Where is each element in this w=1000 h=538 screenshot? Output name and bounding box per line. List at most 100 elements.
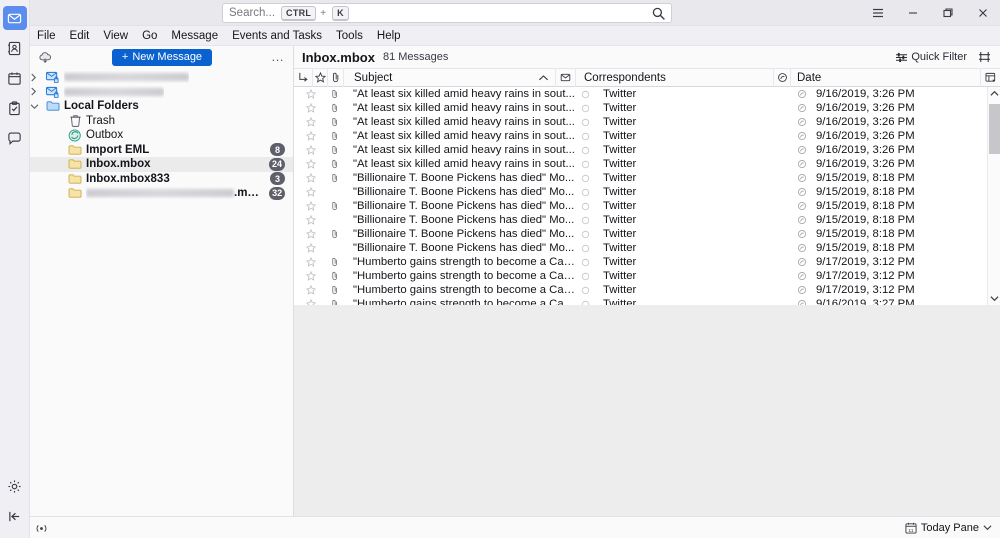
message-row[interactable]: "Humberto gains strength to become a Cat… (294, 269, 1000, 283)
spam-icon[interactable] (793, 157, 810, 171)
spam-icon[interactable] (793, 115, 810, 129)
star-icon[interactable] (294, 227, 327, 241)
star-icon[interactable] (294, 269, 327, 283)
menu-item-message[interactable]: Message (164, 26, 225, 46)
star-icon[interactable] (294, 87, 327, 101)
spam-icon[interactable] (793, 101, 810, 115)
menu-item-tools[interactable]: Tools (329, 26, 370, 46)
star-icon[interactable] (294, 213, 327, 227)
message-row[interactable]: "At least six killed amid heavy rains in… (294, 87, 1000, 101)
menu-item-help[interactable]: Help (370, 26, 408, 46)
column-spam[interactable] (773, 68, 790, 87)
unread-icon[interactable] (575, 185, 595, 199)
message-row[interactable]: "At least six killed amid heavy rains in… (294, 101, 1000, 115)
menu-item-events-and-tasks[interactable]: Events and Tasks (225, 26, 329, 46)
message-row[interactable]: "At least six killed amid heavy rains in… (294, 129, 1000, 143)
message-list[interactable]: "At least six killed amid heavy rains in… (294, 87, 1000, 305)
folder-row[interactable]: .mbox 32 (30, 186, 293, 201)
message-row[interactable]: "At least six killed amid heavy rains in… (294, 115, 1000, 129)
column-attachment[interactable] (327, 68, 343, 87)
spam-icon[interactable] (793, 143, 810, 157)
menu-item-file[interactable]: File (30, 26, 63, 46)
spam-icon[interactable] (793, 255, 810, 269)
spam-icon[interactable] (793, 129, 810, 143)
get-messages-icon[interactable] (38, 51, 53, 64)
scrollbar-thumb[interactable] (988, 104, 1000, 154)
spam-icon[interactable] (793, 227, 810, 241)
star-icon[interactable] (294, 171, 327, 185)
column-correspondents[interactable]: Correspondents (575, 68, 773, 87)
star-icon[interactable] (294, 101, 327, 115)
chevron-down-icon[interactable] (30, 103, 42, 110)
message-row[interactable]: "At least six killed amid heavy rains in… (294, 157, 1000, 171)
folder-row[interactable]: Import EML 8 (30, 143, 293, 158)
quick-filter-button[interactable]: Quick Filter (892, 50, 970, 64)
unread-icon[interactable] (575, 143, 595, 157)
column-star[interactable] (312, 68, 327, 87)
folder-row[interactable] (30, 85, 293, 100)
scroll-up-button[interactable] (989, 87, 999, 100)
message-row[interactable]: "Billionaire T. Boone Pickens has died" … (294, 199, 1000, 213)
folder-row[interactable]: Inbox.mbox 24 (30, 157, 293, 172)
collapse-icon[interactable] (3, 504, 27, 528)
minimize-button[interactable] (895, 0, 930, 26)
message-row[interactable]: "At least six killed amid heavy rains in… (294, 143, 1000, 157)
restore-button[interactable] (930, 0, 965, 26)
star-icon[interactable] (294, 283, 327, 297)
display-options-icon[interactable] (975, 50, 994, 64)
rail-address-book-icon[interactable] (3, 36, 27, 60)
unread-icon[interactable] (575, 269, 595, 283)
folder-row[interactable]: Inbox.mbox833 3 (30, 172, 293, 187)
spam-icon[interactable] (793, 185, 810, 199)
message-row[interactable]: "Humberto gains strength to become a Cat… (294, 255, 1000, 269)
rail-tasks-icon[interactable] (3, 96, 27, 120)
today-pane-button[interactable]: 11 Today Pane (905, 522, 992, 534)
unread-icon[interactable] (575, 213, 595, 227)
unread-icon[interactable] (575, 87, 595, 101)
star-icon[interactable] (294, 185, 327, 199)
star-icon[interactable] (294, 255, 327, 269)
search-input[interactable]: Search... CTRL + K (222, 3, 672, 23)
star-icon[interactable] (294, 157, 327, 171)
column-date[interactable]: Date (790, 68, 980, 87)
unread-icon[interactable] (575, 199, 595, 213)
gear-icon[interactable] (3, 474, 27, 498)
scroll-down-button[interactable] (989, 292, 999, 305)
search-icon[interactable] (652, 7, 665, 20)
star-icon[interactable] (294, 143, 327, 157)
star-icon[interactable] (294, 241, 327, 255)
rail-chat-icon[interactable] (3, 126, 27, 150)
column-picker-icon[interactable] (980, 68, 1000, 87)
message-row[interactable]: "Humberto gains strength to become a Cat… (294, 297, 1000, 305)
unread-icon[interactable] (575, 283, 595, 297)
unread-icon[interactable] (575, 129, 595, 143)
column-subject[interactable]: Subject (343, 68, 555, 87)
menu-item-go[interactable]: Go (135, 26, 164, 46)
column-thread[interactable] (294, 68, 312, 87)
spam-icon[interactable] (793, 213, 810, 227)
chevron-right-icon[interactable] (30, 73, 42, 82)
message-list-scrollbar[interactable] (987, 87, 1000, 305)
spam-icon[interactable] (793, 297, 810, 305)
message-row[interactable]: "Billionaire T. Boone Pickens has died" … (294, 241, 1000, 255)
spam-icon[interactable] (793, 87, 810, 101)
message-row[interactable]: "Billionaire T. Boone Pickens has died" … (294, 213, 1000, 227)
menu-item-view[interactable]: View (96, 26, 135, 46)
spam-icon[interactable] (793, 283, 810, 297)
unread-icon[interactable] (575, 157, 595, 171)
folder-row[interactable]: Outbox (30, 128, 293, 143)
message-row[interactable]: "Billionaire T. Boone Pickens has died" … (294, 227, 1000, 241)
unread-icon[interactable] (575, 101, 595, 115)
menu-item-edit[interactable]: Edit (63, 26, 97, 46)
rail-calendar-icon[interactable] (3, 66, 27, 90)
spam-icon[interactable] (793, 171, 810, 185)
star-icon[interactable] (294, 129, 327, 143)
unread-icon[interactable] (575, 227, 595, 241)
message-row[interactable]: "Billionaire T. Boone Pickens has died" … (294, 185, 1000, 199)
chevron-right-icon[interactable] (30, 87, 42, 96)
message-row[interactable]: "Humberto gains strength to become a Cat… (294, 283, 1000, 297)
folder-row[interactable] (30, 70, 293, 85)
folder-row[interactable]: Local Folders (30, 99, 293, 114)
spam-icon[interactable] (793, 241, 810, 255)
scrollbar-track[interactable] (988, 100, 1000, 292)
